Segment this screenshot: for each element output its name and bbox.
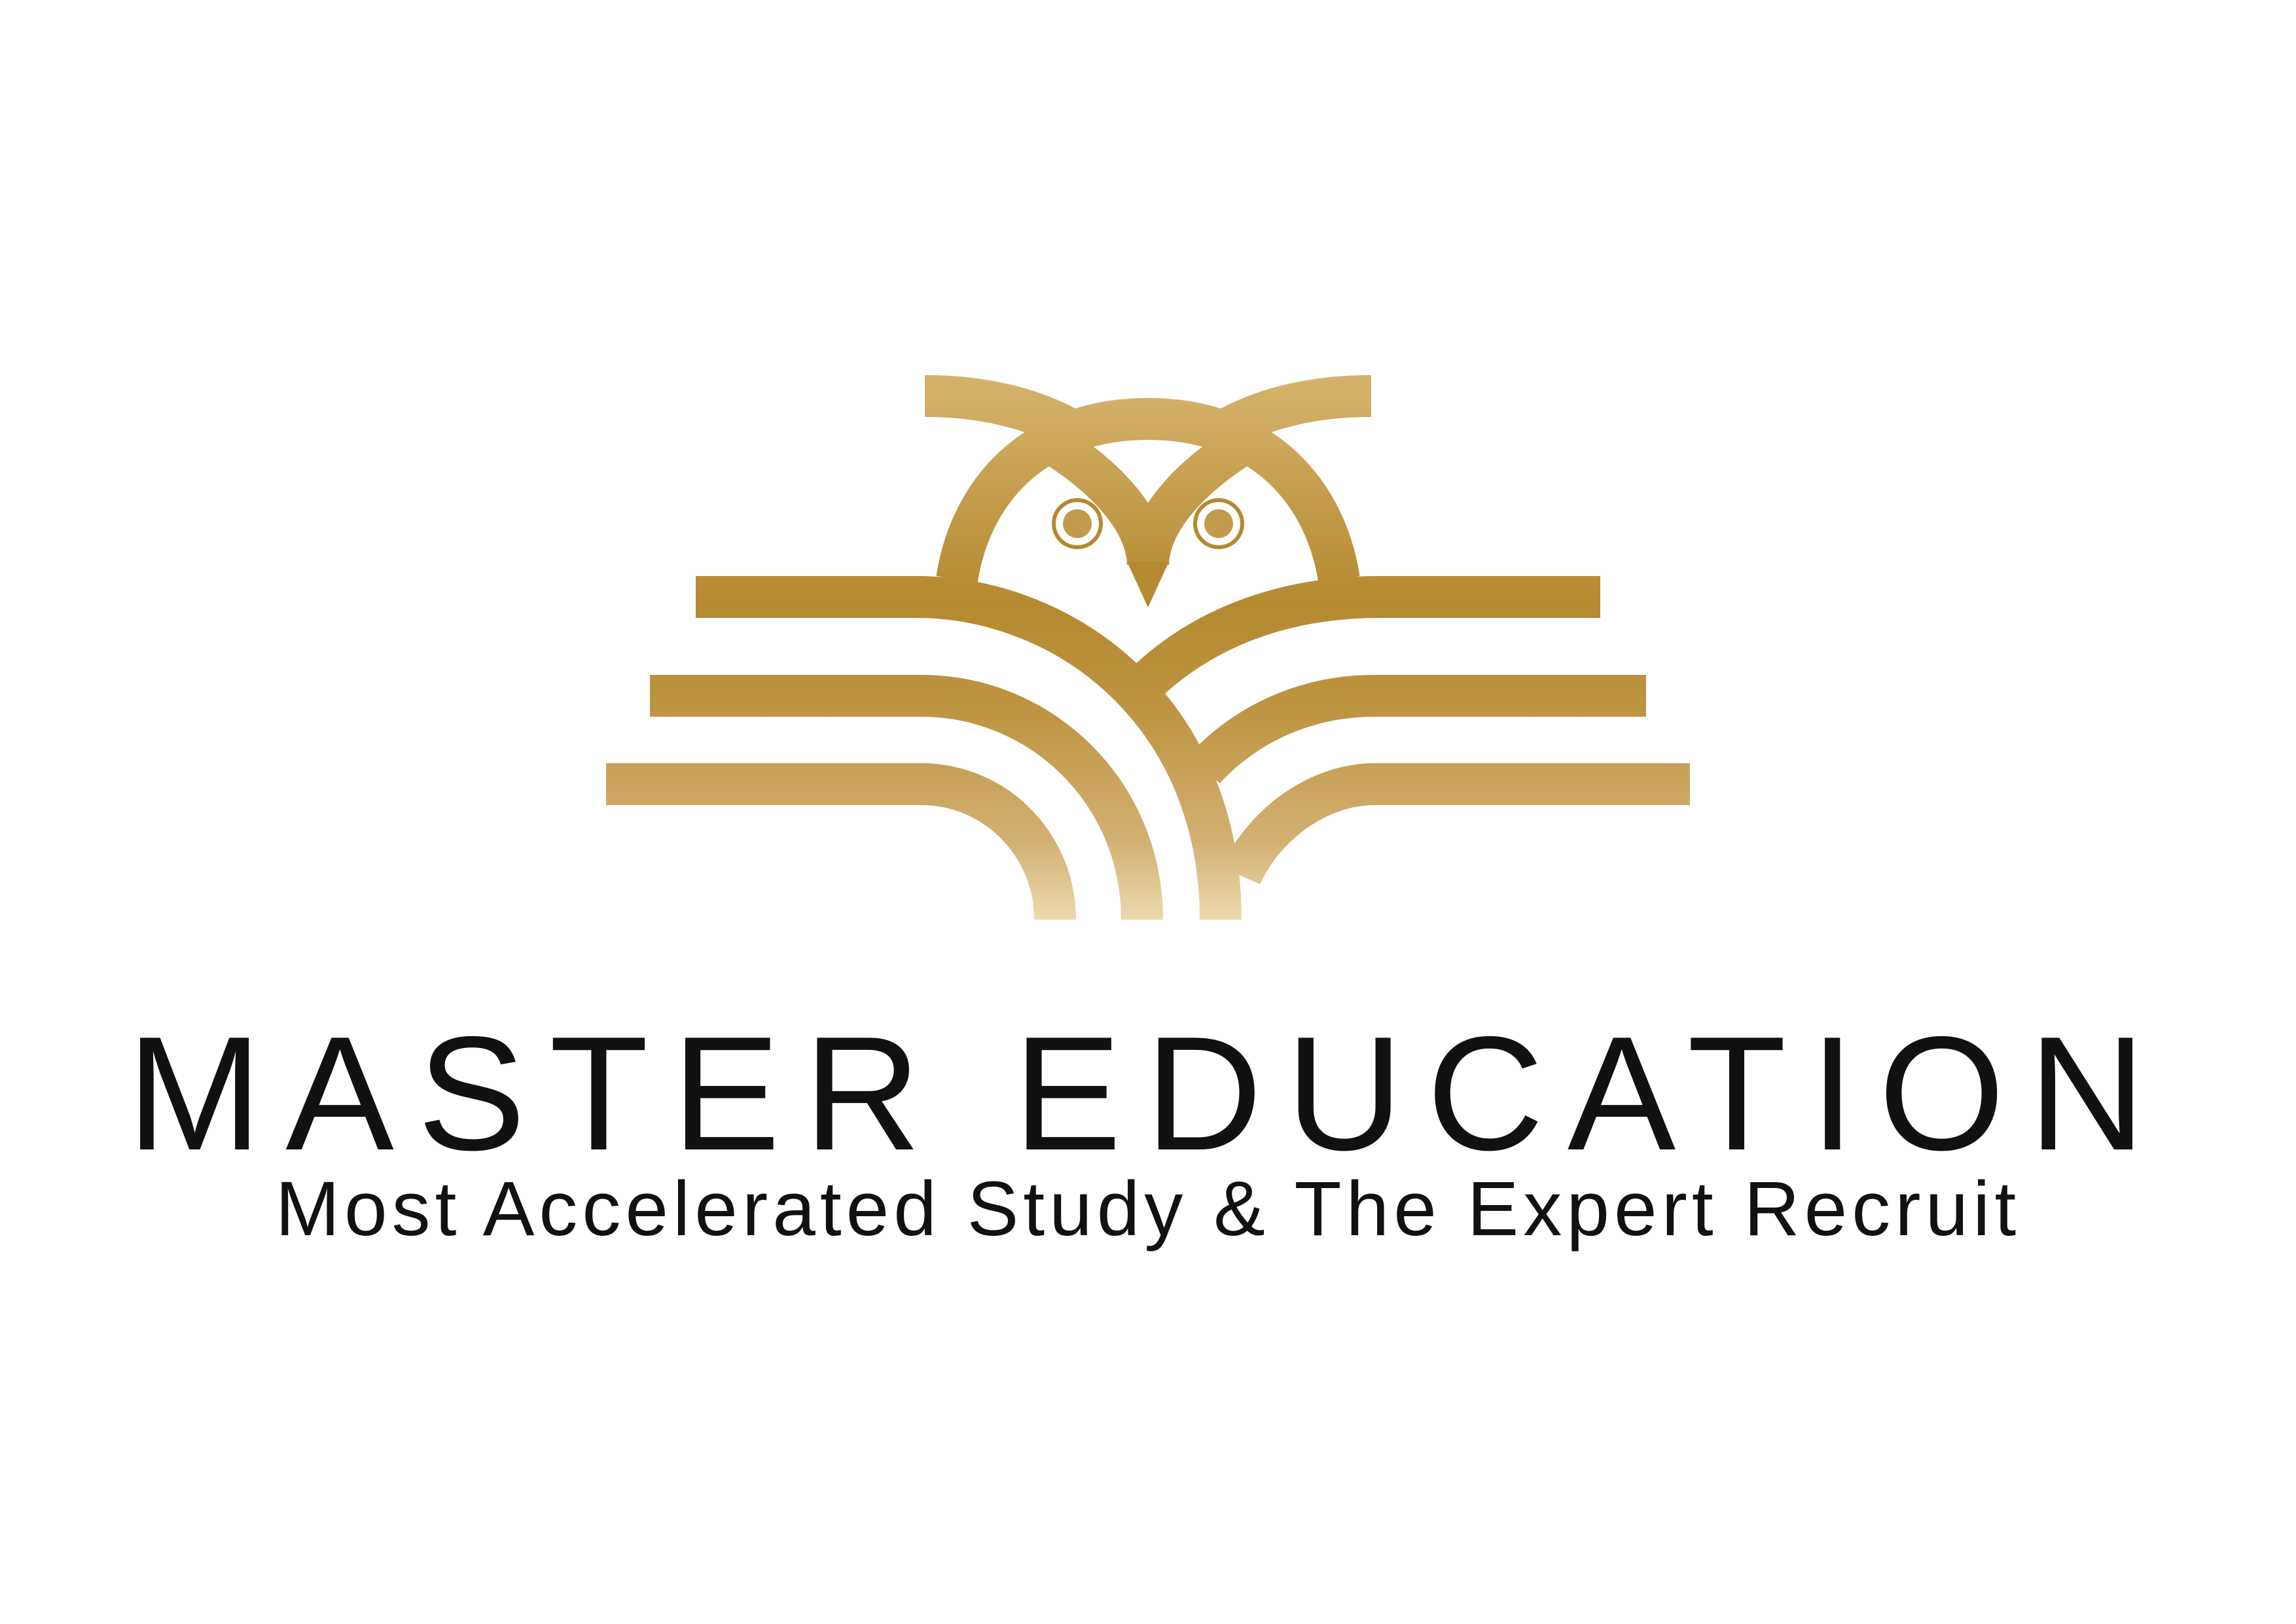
book-bottom-right-page — [1221, 763, 1690, 885]
owl-beak — [1127, 562, 1169, 607]
brand-tagline: Most Accelerated Study & The Expert Recr… — [275, 1166, 2021, 1252]
book-bottom-left-page — [606, 763, 1076, 921]
book-top-right-page — [1134, 576, 1600, 696]
book-middle-right-page — [1189, 675, 1646, 784]
owl-right-eye — [1193, 498, 1244, 549]
owl-left-eye — [1052, 498, 1103, 549]
owl-book-icon — [606, 375, 1690, 921]
logo-page: MASTER EDUCATION Most Accelerated Study … — [0, 0, 2296, 1624]
owl-right-brow — [1127, 420, 1263, 566]
